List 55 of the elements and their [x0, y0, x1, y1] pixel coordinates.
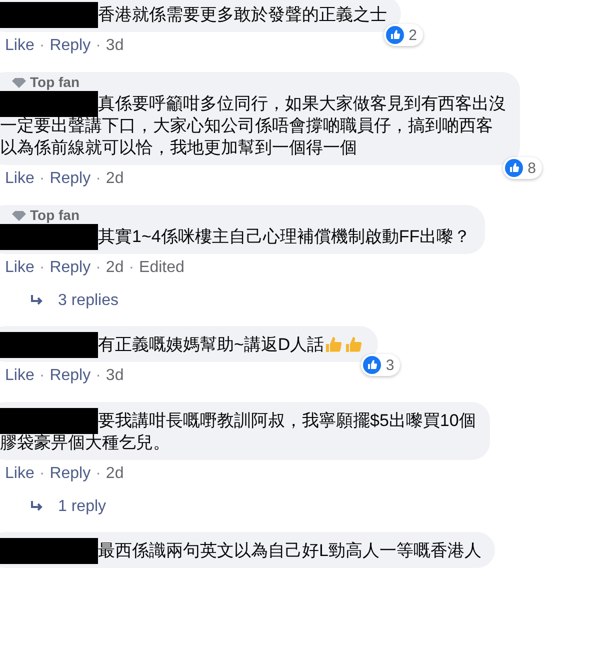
- reaction-count: 3: [386, 356, 394, 374]
- separator-dot: ·: [39, 366, 45, 386]
- reaction-count: 8: [528, 160, 536, 176]
- timestamp: 3d: [106, 36, 124, 56]
- timestamp: 2d: [106, 169, 124, 189]
- reply-arrow-icon: [30, 501, 44, 513]
- like-icon: [504, 159, 523, 177]
- separator-dot: ·: [96, 464, 101, 484]
- comment-text: 香港就係需要更多敢於發聲的正義之士: [98, 4, 387, 26]
- comment-text: 要我講咁長嘅嘢教訓阿叔，我寧願擺$5出嚟買10個: [98, 410, 476, 432]
- thumbs-up-icon: [344, 334, 364, 354]
- separator-dot: ·: [96, 258, 101, 278]
- separator-dot: ·: [39, 464, 45, 484]
- like-link[interactable]: Like: [5, 366, 34, 386]
- top-fan-label: Top fan: [30, 74, 80, 91]
- like-link[interactable]: Like: [5, 464, 34, 484]
- comment-text: 以為係前線就可以恰，我地更加幫到一個得一個: [0, 137, 357, 159]
- reply-link[interactable]: Reply: [50, 258, 91, 278]
- timestamp: 3d: [106, 366, 124, 386]
- reply-link[interactable]: Reply: [50, 169, 91, 189]
- separator-dot: ·: [96, 169, 101, 189]
- top-fan-label: Top fan: [30, 207, 80, 224]
- separator-dot: ·: [96, 36, 101, 56]
- reply-link[interactable]: Reply: [50, 464, 91, 484]
- like-icon: [362, 356, 381, 374]
- like-icon: [386, 26, 404, 44]
- reply-arrow-icon: [30, 295, 44, 307]
- like-link[interactable]: Like: [5, 169, 34, 189]
- comment-text: 真係要呼籲咁多位同行，如果大家做客見到有西客出沒: [98, 93, 506, 115]
- comment-text: 其實1~4係咪樓主自己心理補償機制啟動FF出嚟？: [98, 226, 471, 248]
- reply-link[interactable]: Reply: [50, 366, 91, 386]
- separator-dot: ·: [96, 366, 101, 386]
- thumbs-up-icon: [324, 334, 344, 354]
- separator-dot: ·: [39, 258, 45, 278]
- comment-text: 最西係識兩句英文以為自己好L勁高人一等嘅香港人: [98, 540, 482, 562]
- diamond-icon: [12, 210, 26, 222]
- reaction-badge[interactable]: 8: [502, 157, 542, 179]
- like-link[interactable]: Like: [5, 36, 34, 56]
- edited-label: Edited: [139, 258, 184, 278]
- separator-dot: ·: [39, 36, 45, 56]
- like-link[interactable]: Like: [5, 258, 34, 278]
- comment-text: 一定要出聲講下口，大家心知公司係唔會撐啲職員仔，搞到啲西客: [0, 115, 493, 137]
- comment-text: 有正義嘅姨媽幫助~講返D人話: [98, 334, 324, 356]
- replies-link[interactable]: 3 replies: [30, 292, 118, 310]
- reaction-count: 2: [408, 26, 417, 44]
- timestamp: 2d: [106, 464, 124, 484]
- reaction-badge[interactable]: 3: [360, 354, 400, 376]
- comment-text: 膠袋豪畀個大種乞兒。: [0, 432, 170, 454]
- replies-link[interactable]: 1 reply: [30, 498, 106, 516]
- timestamp: 2d: [106, 258, 124, 278]
- reaction-badge[interactable]: 2: [384, 24, 423, 46]
- separator-dot: ·: [39, 169, 45, 189]
- diamond-icon: [12, 76, 26, 88]
- reply-link[interactable]: Reply: [50, 36, 91, 56]
- separator-dot: ·: [128, 258, 134, 278]
